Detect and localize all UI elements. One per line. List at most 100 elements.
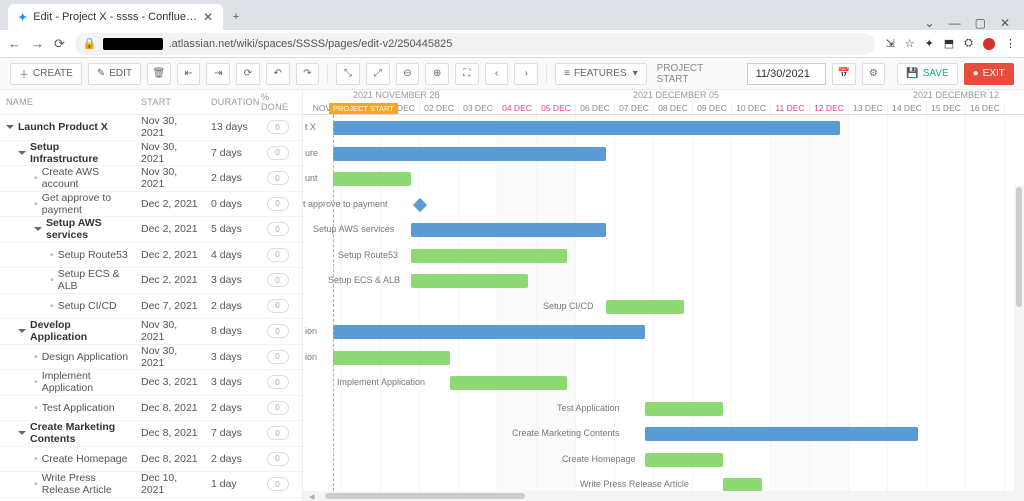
done-pill[interactable]: 0 <box>267 401 289 415</box>
task-start[interactable]: Nov 30, 2021 <box>135 115 205 140</box>
task-bar[interactable] <box>450 376 567 390</box>
undo-button[interactable]: ↶ <box>266 63 290 85</box>
done-pill[interactable]: 0 <box>267 120 289 134</box>
task-row[interactable]: •Setup ECS & ALBDec 2, 20213 days0 <box>0 268 302 294</box>
indent-button[interactable]: ⇥ <box>206 63 230 85</box>
task-name-cell[interactable]: •Setup CI/CD <box>0 294 135 319</box>
task-row[interactable]: •Get approve to paymentDec 2, 20210 days… <box>0 192 302 218</box>
task-row[interactable]: Setup InfrastructureNov 30, 20217 days0 <box>0 141 302 167</box>
create-button[interactable]: ＋CREATE <box>10 63 82 85</box>
day-header[interactable]: 08 DEC <box>654 102 693 114</box>
task-name-cell[interactable]: •Create Homepage <box>0 447 135 472</box>
task-done[interactable]: 0 <box>255 396 300 421</box>
menu-icon[interactable]: ⋮ <box>1005 37 1016 50</box>
done-pill[interactable]: 0 <box>267 324 289 338</box>
task-name-cell[interactable]: •Create AWS account <box>0 166 135 191</box>
task-duration[interactable]: 3 days <box>205 268 255 293</box>
col-duration[interactable]: DURATION <box>205 90 255 114</box>
reload-button[interactable]: ⟳ <box>54 36 65 52</box>
col-start[interactable]: START <box>135 90 205 114</box>
task-done[interactable]: 0 <box>255 166 300 191</box>
task-name-cell[interactable]: •Test Application <box>0 396 135 421</box>
day-header[interactable]: 14 DEC <box>888 102 927 114</box>
task-duration[interactable]: 3 days <box>205 345 255 370</box>
task-duration[interactable]: 3 days <box>205 370 255 395</box>
task-bar[interactable] <box>645 402 723 416</box>
task-row[interactable]: •Setup Route53Dec 2, 20214 days0 <box>0 243 302 269</box>
fit-button[interactable]: ⛶ <box>455 63 479 85</box>
task-row[interactable]: Setup AWS servicesDec 2, 20215 days0 <box>0 217 302 243</box>
task-done[interactable]: 0 <box>255 294 300 319</box>
col-name[interactable]: NAME <box>0 90 135 114</box>
caret-icon[interactable] <box>34 227 42 231</box>
task-duration[interactable]: 7 days <box>205 141 255 166</box>
day-header[interactable]: 05 DEC <box>537 102 576 114</box>
scroll-thumb[interactable] <box>1016 187 1022 307</box>
ext-icon-1[interactable]: ⇲ <box>885 37 894 50</box>
task-name-cell[interactable]: •Implement Application <box>0 370 135 395</box>
task-row[interactable]: Develop ApplicationNov 30, 20218 days0 <box>0 319 302 345</box>
collapse-button[interactable]: ⤡ <box>336 63 360 85</box>
gantt-row[interactable]: unt <box>303 166 1024 192</box>
done-pill[interactable]: 0 <box>267 375 289 389</box>
prev-button[interactable]: ‹ <box>485 63 509 85</box>
task-row[interactable]: •Design ApplicationNov 30, 20213 days0 <box>0 345 302 371</box>
task-start[interactable]: Dec 8, 2021 <box>135 396 205 421</box>
task-row[interactable]: Create Marketing ContentsDec 8, 20217 da… <box>0 421 302 447</box>
task-name-cell[interactable]: •Write Press Release Article <box>0 472 135 497</box>
task-duration[interactable]: 13 days <box>205 115 255 140</box>
task-start[interactable]: Dec 2, 2021 <box>135 192 205 217</box>
milestone-marker[interactable] <box>413 197 427 211</box>
task-name-cell[interactable]: Develop Application <box>0 319 135 344</box>
scroll-thumb[interactable] <box>325 493 525 499</box>
gantt-row[interactable]: Setup Route53 <box>303 243 1024 269</box>
ext-icon-2[interactable]: ✦ <box>925 37 934 50</box>
close-button[interactable]: ✕ <box>1000 16 1010 30</box>
group-bar[interactable] <box>411 223 606 237</box>
task-done[interactable]: 0 <box>255 141 300 166</box>
task-row[interactable]: •Test ApplicationDec 8, 20212 days 0 <box>0 396 302 422</box>
task-duration[interactable]: 5 days <box>205 217 255 242</box>
task-name-cell[interactable]: Create Marketing Contents <box>0 421 135 446</box>
col-done[interactable]: % DONE <box>255 90 300 114</box>
task-name-cell[interactable]: •Design Application <box>0 345 135 370</box>
task-done[interactable]: 0 <box>255 217 300 242</box>
expand-button[interactable]: ⤢ <box>366 63 390 85</box>
task-done[interactable]: 0 <box>255 447 300 472</box>
task-duration[interactable]: 2 days <box>205 396 255 421</box>
gantt-row[interactable]: Setup CI/CD <box>303 294 1024 320</box>
gantt-row[interactable]: ion <box>303 345 1024 371</box>
zoom-out-button[interactable]: ⊖ <box>396 63 420 85</box>
task-start[interactable]: Nov 30, 2021 <box>135 166 205 191</box>
task-done[interactable]: 0 <box>255 370 300 395</box>
done-pill[interactable]: 0 <box>267 146 289 160</box>
task-row[interactable]: •Implement ApplicationDec 3, 20213 days 0 <box>0 370 302 396</box>
task-bar[interactable] <box>723 478 762 491</box>
task-done[interactable]: 0 <box>255 243 300 268</box>
task-row[interactable]: Launch Product XNov 30, 202113 days0 <box>0 115 302 141</box>
save-button[interactable]: 💾SAVE <box>897 63 957 85</box>
task-start[interactable]: Dec 10, 2021 <box>135 472 205 497</box>
project-start-date-input[interactable]: 11/30/2021 <box>747 63 826 85</box>
gantt-row[interactable]: Setup ECS & ALB <box>303 268 1024 294</box>
close-icon[interactable]: ✕ <box>203 10 213 24</box>
done-pill[interactable]: 0 <box>267 452 289 466</box>
done-pill[interactable]: 0 <box>267 197 289 211</box>
task-done[interactable]: 0 <box>255 115 300 140</box>
task-duration[interactable]: 2 days <box>205 166 255 191</box>
group-bar[interactable] <box>333 121 840 135</box>
task-start[interactable]: Dec 8, 2021 <box>135 447 205 472</box>
gantt-row[interactable]: Test Application <box>303 396 1024 422</box>
task-done[interactable]: 0 <box>255 268 300 293</box>
day-header[interactable]: 16 DEC <box>966 102 1005 114</box>
maximize-button[interactable]: ▢ <box>975 16 986 30</box>
task-start[interactable]: Dec 2, 2021 <box>135 217 205 242</box>
chevron-down-icon[interactable]: ⌄ <box>925 16 935 30</box>
redo-button[interactable]: ↷ <box>296 63 320 85</box>
task-start[interactable]: Dec 3, 2021 <box>135 370 205 395</box>
vertical-scrollbar[interactable] <box>1014 185 1024 491</box>
done-pill[interactable]: 0 <box>267 299 289 313</box>
calendar-button[interactable]: 📅 <box>832 63 856 85</box>
task-name-cell[interactable]: •Get approve to payment <box>0 192 135 217</box>
task-row[interactable]: •Create HomepageDec 8, 20212 days0 <box>0 447 302 473</box>
